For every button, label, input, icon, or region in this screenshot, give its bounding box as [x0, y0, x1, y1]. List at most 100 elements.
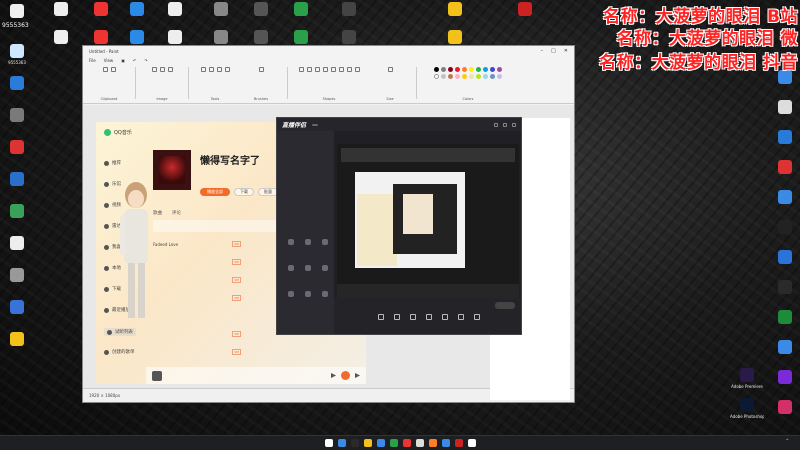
- desktop-icon-top-row2-3[interactable]: [158, 30, 192, 46]
- desktop-icon-top-0[interactable]: [44, 2, 78, 18]
- color-swatch[interactable]: [483, 74, 488, 79]
- color-swatch[interactable]: [441, 74, 446, 79]
- color-swatch[interactable]: [455, 67, 460, 72]
- color-swatch[interactable]: [469, 74, 474, 79]
- pencil-icon[interactable]: [200, 67, 206, 72]
- maximize-icon[interactable]: □: [551, 48, 556, 54]
- desktop-icon-top-row2-7[interactable]: [332, 30, 366, 46]
- scene-tool-icon[interactable]: [322, 239, 328, 245]
- shape-rect-icon[interactable]: [322, 67, 328, 72]
- desktop-icon-right-11[interactable]: [768, 400, 800, 416]
- scene-tool-icon[interactable]: [288, 265, 294, 271]
- play-all-button[interactable]: 播放全部: [200, 188, 230, 196]
- taskbar-app-icon[interactable]: [350, 439, 359, 447]
- tab-comments[interactable]: 评论: [172, 210, 181, 216]
- desktop-icon-top-row2-4[interactable]: [204, 30, 238, 46]
- taskbar-app-icon[interactable]: [454, 439, 463, 447]
- close-icon[interactable]: ✕: [564, 48, 568, 54]
- color-swatch[interactable]: [490, 67, 495, 72]
- desktop-icon-top-row2-2[interactable]: [120, 30, 154, 46]
- desktop-icon-top-row2-0[interactable]: [44, 30, 78, 46]
- stream-tool-button[interactable]: [409, 313, 416, 321]
- desktop-icon-right-9[interactable]: [768, 340, 800, 356]
- desktop-icon-right-6[interactable]: [768, 250, 800, 266]
- shape-heart-icon[interactable]: [354, 67, 360, 72]
- taskbar-app-icon[interactable]: [402, 439, 411, 447]
- crop-icon[interactable]: [159, 67, 165, 72]
- color-swatch[interactable]: [497, 74, 502, 79]
- stream-tool-button[interactable]: [425, 313, 432, 321]
- close-icon[interactable]: [512, 122, 516, 127]
- color-swatch[interactable]: [462, 74, 467, 79]
- desktop-icon-left-1[interactable]: 9555363: [0, 44, 34, 65]
- desktop-icon-left-7[interactable]: [0, 236, 34, 252]
- desktop-icon-right-5[interactable]: [768, 220, 800, 236]
- color-swatch[interactable]: [469, 67, 474, 72]
- prev-icon[interactable]: [331, 373, 336, 378]
- start-icon[interactable]: [324, 439, 333, 447]
- paste-icon[interactable]: [102, 67, 108, 72]
- menu-view[interactable]: View: [104, 58, 114, 63]
- color-swatch[interactable]: [497, 67, 502, 72]
- desktop-icon-left-0[interactable]: [0, 4, 34, 20]
- color-swatch[interactable]: [490, 74, 495, 79]
- shape-triangle-icon[interactable]: [330, 67, 336, 72]
- stream-preview[interactable]: [337, 144, 519, 304]
- settings-icon[interactable]: [494, 122, 498, 127]
- desktop-icon-right-10[interactable]: [768, 370, 800, 386]
- taskbar-app-icon[interactable]: [337, 439, 346, 447]
- taskbar-app-icon[interactable]: [467, 439, 476, 447]
- stream-tool-button[interactable]: [473, 313, 480, 321]
- minimize-icon[interactable]: [503, 122, 507, 127]
- sidebar-item[interactable]: 推荐: [104, 160, 121, 166]
- desktop-icon-top-1[interactable]: [84, 2, 118, 18]
- scene-tool-icon[interactable]: [288, 239, 294, 245]
- redo-icon[interactable]: ↷: [144, 58, 147, 63]
- desktop-icon-left-4[interactable]: [0, 140, 34, 156]
- desktop-icon-top-7[interactable]: [332, 2, 366, 18]
- cut-icon[interactable]: [110, 67, 116, 72]
- desktop-icon-top-row2-8[interactable]: [438, 30, 472, 46]
- fill-icon[interactable]: [208, 67, 214, 72]
- desktop-icon-right-2[interactable]: [768, 130, 800, 146]
- tray-arrow-icon[interactable]: ^: [786, 438, 789, 443]
- desktop-icon-left-5[interactable]: [0, 172, 34, 188]
- taskbar-app-icon[interactable]: [376, 439, 385, 447]
- menu-file[interactable]: File: [89, 58, 96, 63]
- now-playing-thumb[interactable]: [152, 370, 162, 381]
- shape-arrow-icon[interactable]: [346, 67, 352, 72]
- scene-tool-icon[interactable]: [305, 291, 311, 297]
- color-swatch[interactable]: [462, 67, 467, 72]
- sidebar-item[interactable]: 试听列表: [104, 328, 136, 336]
- scene-tool-icon[interactable]: [305, 265, 311, 271]
- color-swatch[interactable]: [434, 74, 439, 79]
- taskbar-app-icon[interactable]: [415, 439, 424, 447]
- desktop-icon-top-8[interactable]: [438, 2, 472, 18]
- stream-tool-button[interactable]: [441, 313, 448, 321]
- color-swatch[interactable]: [448, 74, 453, 79]
- scene-tool-icon[interactable]: [305, 239, 311, 245]
- shape-line-icon[interactable]: [298, 67, 304, 72]
- scene-tool-icon[interactable]: [322, 291, 328, 297]
- album-cover[interactable]: [153, 150, 191, 190]
- taskbar-app-icon[interactable]: [389, 439, 398, 447]
- desktop-icon-right-1[interactable]: [768, 100, 800, 116]
- desktop-icon-left-8[interactable]: [0, 268, 34, 284]
- streaming-app-window[interactable]: 直播伴侣: [276, 117, 522, 335]
- shape-curve-icon[interactable]: [306, 67, 312, 72]
- desktop-icon-left-6[interactable]: [0, 204, 34, 220]
- taskbar-app-icon[interactable]: [441, 439, 450, 447]
- download-button[interactable]: 下载: [234, 188, 254, 196]
- desktop-icon-top-5[interactable]: [244, 2, 278, 18]
- color-swatch[interactable]: [434, 67, 439, 72]
- rotate-icon[interactable]: [167, 67, 173, 72]
- song-row[interactable]: VIP: [153, 346, 358, 358]
- save-icon[interactable]: ▣: [121, 58, 125, 63]
- color-swatch[interactable]: [441, 67, 446, 72]
- desktop-icon-left-3[interactable]: [0, 108, 34, 124]
- batch-button[interactable]: 批量: [258, 188, 278, 196]
- desktop-icon-top-row2-5[interactable]: [244, 30, 278, 46]
- color-swatch[interactable]: [476, 74, 481, 79]
- desktop-icon-top-2[interactable]: [120, 2, 154, 18]
- play-pause-button[interactable]: [341, 371, 350, 380]
